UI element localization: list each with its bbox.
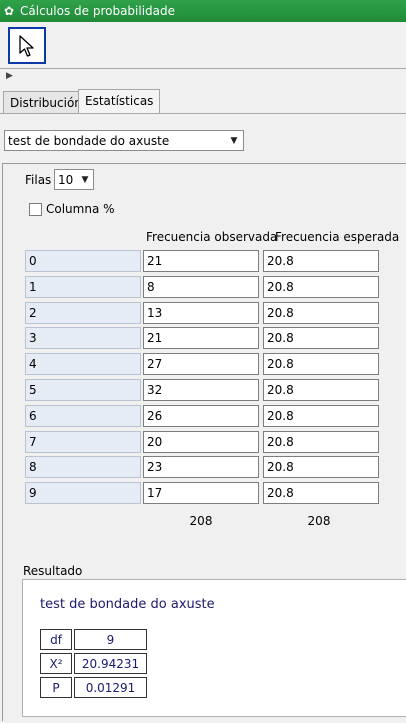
observed-cell[interactable]: 32	[143, 379, 259, 401]
expand-toolbar-icon[interactable]: ▶	[6, 71, 13, 81]
row-label: 4	[25, 353, 141, 375]
observed-cell[interactable]: 21	[143, 250, 259, 272]
expected-cell[interactable]: 20.8	[263, 482, 379, 504]
tab-distribucion[interactable]: Distribución	[3, 91, 89, 114]
chevron-down-icon: ▼	[230, 135, 238, 146]
toolbar-divider	[0, 68, 406, 69]
chevron-down-icon: ▼	[81, 174, 89, 185]
observed-cell[interactable]: 26	[143, 405, 259, 427]
expected-cell[interactable]: 20.8	[263, 276, 379, 298]
observed-cell[interactable]: 8	[143, 276, 259, 298]
observed-cell[interactable]: 23	[143, 456, 259, 478]
p-label: P	[40, 677, 72, 698]
window-titlebar: ✿ Cálculos de probabilidade	[0, 0, 406, 22]
result-section-label: Resultado	[23, 564, 83, 578]
row-label: 5	[25, 379, 141, 401]
geogebra-icon: ✿	[4, 4, 15, 18]
observed-cell[interactable]: 20	[143, 431, 259, 453]
tab-divider	[0, 113, 406, 114]
expected-cell[interactable]: 20.8	[263, 456, 379, 478]
observed-total: 208	[189, 514, 213, 528]
observed-cell[interactable]: 13	[143, 302, 259, 324]
pointer-tool-button[interactable]	[8, 27, 46, 64]
expected-cell[interactable]: 20.8	[263, 327, 379, 349]
expected-cell[interactable]: 20.8	[263, 353, 379, 375]
df-label: df	[40, 629, 72, 650]
expected-cell[interactable]: 20.8	[263, 379, 379, 401]
window-title: Cálculos de probabilidade	[20, 4, 176, 18]
expected-cell[interactable]: 20.8	[263, 250, 379, 272]
observed-cell[interactable]: 27	[143, 353, 259, 375]
expected-cell[interactable]: 20.8	[263, 405, 379, 427]
pointer-icon	[19, 34, 34, 57]
expected-cell[interactable]: 20.8	[263, 431, 379, 453]
column-percent-checkbox[interactable]	[29, 203, 42, 216]
observed-header: Frecuencia observada	[146, 230, 278, 244]
column-percent-label: Columna %	[46, 202, 115, 216]
row-label: 1	[25, 276, 141, 298]
observed-cell[interactable]: 21	[143, 327, 259, 349]
rows-label: Filas	[25, 173, 52, 187]
p-value: 0.01291	[74, 677, 147, 698]
test-type-value: test de bondade do axuste	[8, 134, 170, 148]
row-label: 8	[25, 456, 141, 478]
rows-value: 10	[58, 173, 74, 187]
expected-cell[interactable]: 20.8	[263, 302, 379, 324]
row-label: 3	[25, 327, 141, 349]
rows-select[interactable]: 10 ▼	[54, 169, 94, 190]
expected-header: Frecuencia esperada	[275, 230, 400, 244]
row-label: 9	[25, 482, 141, 504]
tab-label: Distribución	[10, 96, 82, 110]
df-value: 9	[74, 629, 147, 650]
row-label: 2	[25, 302, 141, 324]
row-label: 7	[25, 431, 141, 453]
result-title: test de bondade do axuste	[40, 597, 215, 612]
tab-estatisticas[interactable]: Estatísticas	[78, 89, 161, 114]
test-type-select[interactable]: test de bondade do axuste ▼	[4, 130, 244, 151]
chi-square-value: 20.94231	[74, 653, 147, 674]
row-label: 6	[25, 405, 141, 427]
expected-total: 208	[307, 514, 331, 528]
observed-cell[interactable]: 17	[143, 482, 259, 504]
chi-square-label: X²	[40, 653, 72, 674]
tab-label: Estatísticas	[85, 94, 154, 108]
row-label: 0	[25, 250, 141, 272]
